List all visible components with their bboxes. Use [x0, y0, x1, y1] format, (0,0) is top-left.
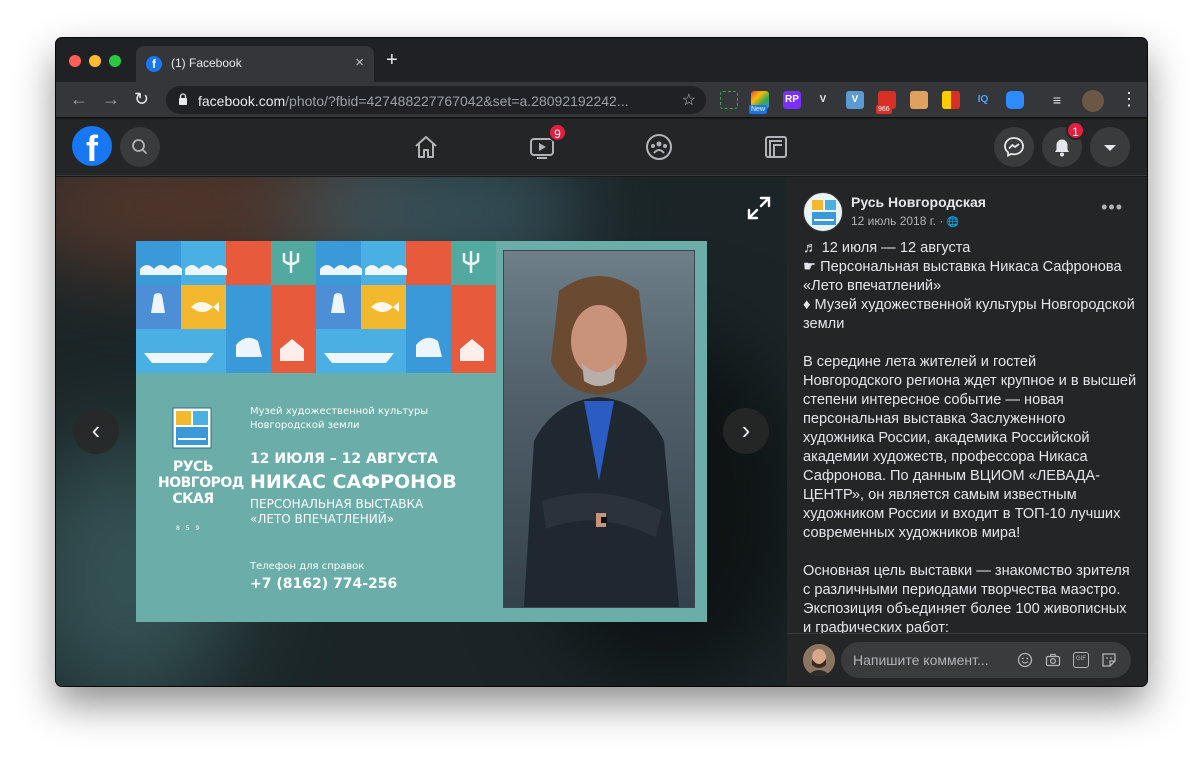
- notifications-badge: 1: [1066, 121, 1085, 140]
- post-date-text: 12 июль 2018 г. ·: [851, 214, 947, 228]
- poster-brand: РУСЬ НОВГОРОД СКАЯ: [158, 459, 244, 507]
- post-date[interactable]: 12 июль 2018 г. · 🌐: [851, 214, 959, 228]
- rus-novgorodskaya-emblem-icon: [172, 407, 212, 449]
- tab-strip: f (1) Facebook × +: [56, 38, 1147, 82]
- exhibition-poster: РУСЬ НОВГОРОД СКАЯ 8 5 9 Музей художеств…: [136, 241, 707, 622]
- photo-viewer: РУСЬ НОВГОРОД СКАЯ 8 5 9 Музей художеств…: [56, 177, 787, 686]
- minimize-window-button[interactable]: [89, 55, 101, 67]
- caret-down-icon: [1104, 145, 1116, 151]
- mail-extension-icon[interactable]: 966: [876, 91, 896, 114]
- comment-placeholder: Напишите коммент...: [853, 652, 989, 668]
- next-photo-button[interactable]: ›: [723, 408, 769, 454]
- post-paragraph: В середине лета жителей и гостей Новгоро…: [803, 354, 1137, 541]
- tab-title: (1) Facebook: [171, 56, 242, 70]
- groups-icon[interactable]: [641, 129, 677, 165]
- sticker-icon[interactable]: [1101, 652, 1117, 668]
- gif-icon[interactable]: GIF: [1073, 652, 1089, 668]
- search-button[interactable]: [120, 127, 160, 167]
- new-badge: New: [749, 105, 768, 114]
- post-paragraph: Основная цель выставки — знакомство зрит…: [803, 563, 1130, 633]
- account-menu-button[interactable]: [1090, 127, 1130, 167]
- v-blue-extension-icon[interactable]: V: [846, 91, 864, 109]
- back-button[interactable]: ←: [70, 89, 88, 109]
- bookmark-star-icon[interactable]: ☆: [682, 90, 696, 110]
- poster-dates: 12 ИЮЛЯ – 12 АВГУСТА: [250, 451, 438, 467]
- messenger-icon: [1004, 137, 1024, 157]
- browser-menu-icon[interactable]: ⋮: [1120, 89, 1138, 109]
- close-window-button[interactable]: [69, 55, 81, 67]
- search-icon: [132, 139, 147, 154]
- page-name-link[interactable]: Русь Новгородская: [851, 194, 986, 210]
- url-text: facebook.com/photo/?fbid=427488227767042…: [198, 93, 629, 109]
- camera-icon[interactable]: [1045, 652, 1061, 668]
- gaming-icon[interactable]: [758, 129, 794, 165]
- facebook-logo[interactable]: f: [72, 126, 112, 169]
- profile-avatar[interactable]: [1082, 90, 1104, 112]
- fullscreen-expand-icon[interactable]: [746, 195, 772, 221]
- artist-portrait-image: [504, 251, 694, 607]
- globe-icon: 🌐: [946, 217, 960, 228]
- post-text: ♬ 12 июля — 12 августа ☛ Персональная вы…: [803, 239, 1137, 633]
- home-icon[interactable]: [408, 129, 444, 165]
- new-tab-button[interactable]: +: [386, 50, 398, 70]
- comment-input[interactable]: Напишите коммент... GIF: [841, 642, 1131, 678]
- messenger-button[interactable]: [994, 127, 1034, 167]
- toolbox-extension-icon[interactable]: [910, 91, 928, 109]
- user-avatar-image: [803, 644, 835, 676]
- iq-extension-icon[interactable]: IQ: [974, 91, 992, 109]
- v-extension-icon[interactable]: V: [814, 91, 832, 109]
- facebook-header: f 9 1: [56, 119, 1147, 176]
- poster-artist: НИКАС САФРОНОВ: [250, 471, 457, 493]
- tab-facebook[interactable]: f (1) Facebook ×: [136, 46, 374, 82]
- post-options-button[interactable]: •••: [1101, 197, 1123, 218]
- artist-figure: [524, 276, 679, 607]
- mail-count-badge: 966: [876, 105, 892, 114]
- tab-close-icon[interactable]: ×: [355, 54, 364, 72]
- post-paragraph: ♬ 12 июля — 12 августа ☛ Персональная вы…: [803, 240, 1135, 332]
- comment-composer: Напишите коммент... GIF: [787, 633, 1147, 686]
- zoom-extension-icon[interactable]: [1006, 91, 1024, 109]
- poster-exhibition: ПЕРСОНАЛЬНАЯ ВЫСТАВКА «ЛЕТО ВПЕЧАТЛЕНИЙ»: [250, 497, 424, 526]
- poster-phone: +7 (8162) 774-256: [250, 576, 398, 592]
- reload-button[interactable]: ↻: [134, 89, 149, 109]
- address-bar[interactable]: facebook.com/photo/?fbid=427488227767042…: [166, 86, 706, 114]
- pattern-glyphs: [140, 251, 484, 363]
- poster-phone-label: Телефон для справок: [250, 561, 365, 572]
- user-avatar[interactable]: [803, 644, 835, 676]
- previous-photo-button[interactable]: ‹: [73, 408, 119, 454]
- page-avatar[interactable]: [803, 192, 843, 232]
- browser-window: f (1) Facebook × + ← → ↻ facebook.com/ph…: [56, 38, 1147, 686]
- zoom-window-button[interactable]: [109, 55, 121, 67]
- poster-brand-year: 8 5 9: [176, 525, 202, 532]
- rp-label: RP: [785, 94, 799, 105]
- post-side-panel: Русь Новгородская 12 июль 2018 г. · 🌐 ••…: [787, 177, 1147, 686]
- playlist-icon[interactable]: ≡: [1048, 91, 1066, 109]
- facebook-favicon-icon: f: [146, 56, 162, 72]
- page-logo-icon: [812, 200, 836, 225]
- watch-badge: 9: [548, 123, 567, 142]
- browser-toolbar: ← → ↻ facebook.com/photo/?fbid=427488227…: [56, 82, 1147, 118]
- rainbow-extension-icon[interactable]: New: [749, 91, 769, 114]
- url-path: /photo/?fbid=427488227767042&set=a.28092…: [285, 93, 629, 109]
- lock-icon: [179, 93, 187, 105]
- screenshot-extension-icon[interactable]: [720, 91, 738, 109]
- poster-museum: Музей художественной культуры Новгородск…: [250, 406, 429, 431]
- rp-extension-icon[interactable]: RP: [783, 91, 801, 109]
- emoji-icon[interactable]: [1017, 652, 1033, 668]
- bookmark-flag-extension-icon[interactable]: [942, 91, 960, 109]
- forward-button[interactable]: →: [102, 89, 120, 109]
- url-host: facebook.com: [198, 93, 286, 109]
